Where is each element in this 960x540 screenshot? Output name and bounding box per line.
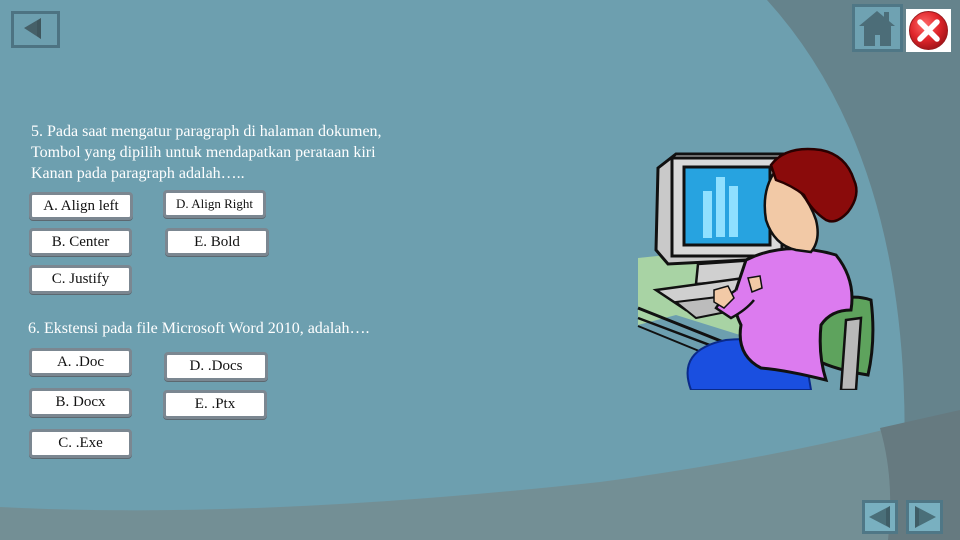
- q5-option-c[interactable]: C. Justify: [29, 265, 132, 294]
- woman-at-computer-illustration: [637, 147, 875, 390]
- question-5-text: 5. Pada saat mengatur paragraph di halam…: [31, 121, 451, 184]
- q6-option-a[interactable]: A. .Doc: [29, 348, 132, 376]
- home-icon: [859, 11, 895, 46]
- question-5-line-3: Kanan pada paragraph adalah…..: [31, 165, 245, 182]
- q5-option-d[interactable]: D. Align Right: [163, 190, 266, 218]
- previous-slide-button[interactable]: [862, 500, 898, 534]
- back-button[interactable]: [11, 11, 60, 48]
- triangle-right-icon: [915, 506, 936, 528]
- q6-option-b[interactable]: B. Docx: [29, 388, 132, 417]
- triangle-left-icon: [869, 506, 890, 528]
- q6-option-a-label: A. .Doc: [56, 353, 105, 370]
- question-6-text: 6. Ekstensi pada file Microsoft Word 201…: [28, 318, 468, 339]
- q5-option-e[interactable]: E. Bold: [165, 228, 269, 256]
- close-button[interactable]: [906, 9, 951, 52]
- question-5-line-2: Tombol yang dipilih untuk mendapatkan pe…: [31, 144, 376, 161]
- question-6-line-1: 6. Ekstensi pada file Microsoft Word 201…: [28, 320, 370, 337]
- next-slide-button[interactable]: [906, 500, 943, 534]
- triangle-left-icon: [24, 18, 41, 39]
- q6-option-d[interactable]: D. .Docs: [164, 352, 268, 381]
- q5-option-d-label: D. Align Right: [176, 196, 253, 211]
- q5-option-c-label: C. Justify: [51, 271, 110, 287]
- q6-option-e-label: E. .Ptx: [194, 396, 236, 412]
- q6-option-c-label: C. .Exe: [58, 435, 103, 451]
- q5-option-e-label: E. Bold: [194, 233, 240, 250]
- q6-option-b-label: B. Docx: [55, 394, 106, 410]
- q6-option-d-label: D. .Docs: [189, 358, 243, 374]
- home-button[interactable]: [852, 4, 903, 52]
- q6-option-c[interactable]: C. .Exe: [29, 429, 132, 458]
- q6-option-e[interactable]: E. .Ptx: [163, 390, 267, 419]
- question-5-line-1: 5. Pada saat mengatur paragraph di halam…: [31, 123, 382, 140]
- close-icon: [909, 11, 948, 50]
- q5-option-b[interactable]: B. Center: [29, 228, 132, 256]
- q5-option-b-label: B. Center: [51, 233, 110, 250]
- q5-option-a-label: A. Align left: [43, 197, 119, 214]
- q5-option-a[interactable]: A. Align left: [29, 192, 133, 220]
